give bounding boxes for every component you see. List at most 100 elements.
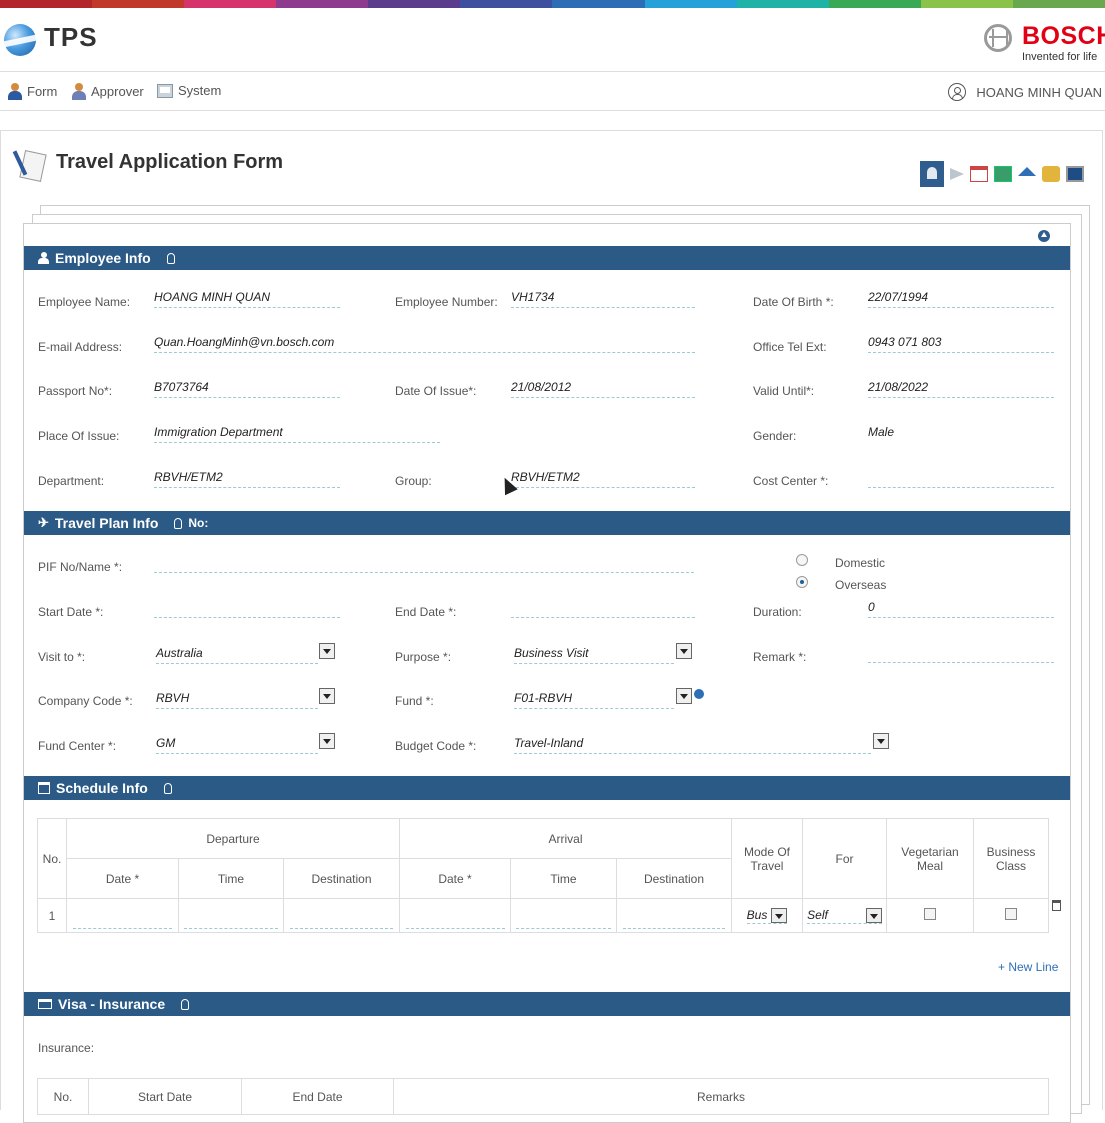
- col-business: Business Class: [973, 818, 1049, 899]
- col-for: For: [802, 818, 887, 899]
- info-icon[interactable]: [694, 689, 704, 699]
- start-date-field[interactable]: [154, 600, 340, 618]
- section-header-employee[interactable]: Employee Info: [24, 246, 1070, 270]
- lightbulb-icon[interactable]: [181, 998, 190, 1010]
- dep-time-input[interactable]: [184, 913, 278, 929]
- visit-to-select[interactable]: Australia: [156, 646, 318, 664]
- table-row: 1 Bus Self: [37, 898, 1049, 933]
- nav-item-label: System: [178, 83, 222, 98]
- screen-icon[interactable]: [994, 166, 1012, 182]
- company-code-select[interactable]: RBVH: [156, 691, 318, 709]
- group-label: Group:: [395, 474, 432, 488]
- bosch-armature-logo-icon: [984, 24, 1012, 52]
- place-of-issue-field[interactable]: Immigration Department: [154, 425, 440, 443]
- lightbulb-icon[interactable]: [163, 782, 172, 794]
- fund-select[interactable]: F01-RBVH: [514, 691, 674, 709]
- mode-select[interactable]: Bus: [746, 907, 788, 924]
- bosch-logo-text: BOSCH: [1022, 22, 1105, 50]
- fund-center-dropdown-arrow-icon[interactable]: [319, 733, 335, 749]
- col-arr-time: Time: [510, 858, 617, 899]
- dep-date-input[interactable]: [72, 913, 173, 929]
- vegetarian-checkbox[interactable]: [924, 908, 936, 920]
- for-select[interactable]: Self: [807, 907, 882, 924]
- budget-code-dropdown-arrow-icon[interactable]: [873, 733, 889, 749]
- end-date-field[interactable]: [511, 600, 695, 618]
- section-header-travel[interactable]: ✈ Travel Plan Info No:: [24, 511, 1070, 535]
- chevron-down-icon[interactable]: [865, 907, 882, 923]
- section-title: Travel Plan Info: [54, 515, 159, 531]
- gender-field[interactable]: Male: [868, 425, 1054, 443]
- plane-icon: ✈: [38, 515, 49, 530]
- lightbulb-icon[interactable]: [174, 517, 183, 529]
- employee-number-label: Employee Number:: [395, 295, 498, 309]
- coins-icon[interactable]: [1042, 166, 1060, 182]
- pif-field[interactable]: [154, 555, 694, 573]
- form-panel: [23, 223, 1071, 1123]
- employee-number-field[interactable]: VH1734: [511, 290, 695, 308]
- date-of-issue-field[interactable]: 21/08/2012: [511, 380, 695, 398]
- fund-center-label: Fund Center *:: [38, 739, 117, 753]
- budget-code-select[interactable]: Travel-Inland: [514, 736, 871, 754]
- section-title: Visa - Insurance: [58, 996, 166, 1012]
- valid-until-field[interactable]: 21/08/2022: [868, 380, 1054, 398]
- nav-item-approver[interactable]: Approver: [72, 83, 144, 100]
- purpose-select[interactable]: Business Visit: [514, 646, 674, 664]
- cost-center-field[interactable]: [868, 470, 1054, 488]
- company-code-label: Company Code *:: [38, 694, 133, 708]
- system-icon: [157, 83, 173, 98]
- fund-dropdown-arrow-icon[interactable]: [676, 688, 692, 704]
- purpose-dropdown-arrow-icon[interactable]: [676, 643, 692, 659]
- new-line-button[interactable]: + New Line: [998, 960, 1058, 974]
- group-field[interactable]: RBVH/ETM2: [511, 470, 695, 488]
- mode-value: Bus: [746, 908, 768, 922]
- employee-icon[interactable]: [920, 161, 944, 187]
- calculator-icon[interactable]: [1066, 166, 1084, 182]
- col-no: No.: [37, 1078, 89, 1115]
- overseas-label: Overseas: [835, 578, 887, 592]
- fund-center-select[interactable]: GM: [156, 736, 318, 754]
- calendar-icon[interactable]: [970, 166, 988, 182]
- nav-item-form[interactable]: Form: [8, 83, 57, 100]
- end-date-label: End Date *:: [395, 605, 457, 619]
- trash-icon[interactable]: [1052, 900, 1061, 911]
- travel-form-icon: [12, 148, 48, 182]
- employee-name-field[interactable]: HOANG MINH QUAN: [154, 290, 340, 308]
- overseas-radio[interactable]: [796, 576, 808, 588]
- app-title: TPS: [44, 22, 98, 52]
- passport-field[interactable]: B7073764: [154, 380, 340, 398]
- user-name: HOANG MINH QUAN: [976, 84, 1102, 100]
- duration-field[interactable]: 0: [868, 600, 1054, 618]
- dep-destination-input[interactable]: [289, 913, 394, 929]
- color-bar-segment: [920, 0, 1013, 8]
- remark-label: Remark *:: [753, 650, 807, 664]
- section-header-schedule[interactable]: Schedule Info: [24, 776, 1070, 800]
- home-icon[interactable]: [1018, 166, 1036, 176]
- nav-item-system[interactable]: System: [157, 83, 221, 98]
- email-field[interactable]: Quan.HoangMinh@vn.bosch.com: [154, 335, 695, 353]
- cost-center-label: Cost Center *:: [753, 474, 829, 488]
- user-menu[interactable]: HOANG MINH QUAN: [948, 83, 1102, 101]
- color-bar-segment: [1012, 0, 1105, 8]
- section-header-visa[interactable]: Visa - Insurance: [24, 992, 1070, 1016]
- business-class-checkbox[interactable]: [1005, 908, 1017, 920]
- arr-destination-input[interactable]: [622, 913, 726, 929]
- person-icon: [8, 83, 22, 100]
- department-field[interactable]: RBVH/ETM2: [154, 470, 340, 488]
- arr-time-input[interactable]: [516, 913, 611, 929]
- department-label: Department:: [38, 474, 105, 488]
- col-end-date: End Date: [241, 1078, 394, 1115]
- domestic-radio[interactable]: [796, 554, 808, 566]
- scroll-up-icon[interactable]: [1038, 230, 1050, 242]
- office-tel-field[interactable]: 0943 071 803: [868, 335, 1054, 353]
- color-bar-segment: [92, 0, 185, 8]
- dob-label: Date Of Birth *:: [753, 295, 834, 309]
- company-code-dropdown-arrow-icon[interactable]: [319, 688, 335, 704]
- arr-date-input[interactable]: [405, 913, 505, 929]
- dob-field[interactable]: 22/07/1994: [868, 290, 1054, 308]
- lightbulb-icon[interactable]: [166, 252, 175, 264]
- col-veg: Vegetarian Meal: [886, 818, 974, 899]
- remark-field[interactable]: [868, 645, 1054, 663]
- chevron-down-icon[interactable]: [771, 907, 788, 923]
- visit-to-dropdown-arrow-icon[interactable]: [319, 643, 335, 659]
- send-icon[interactable]: [950, 168, 964, 180]
